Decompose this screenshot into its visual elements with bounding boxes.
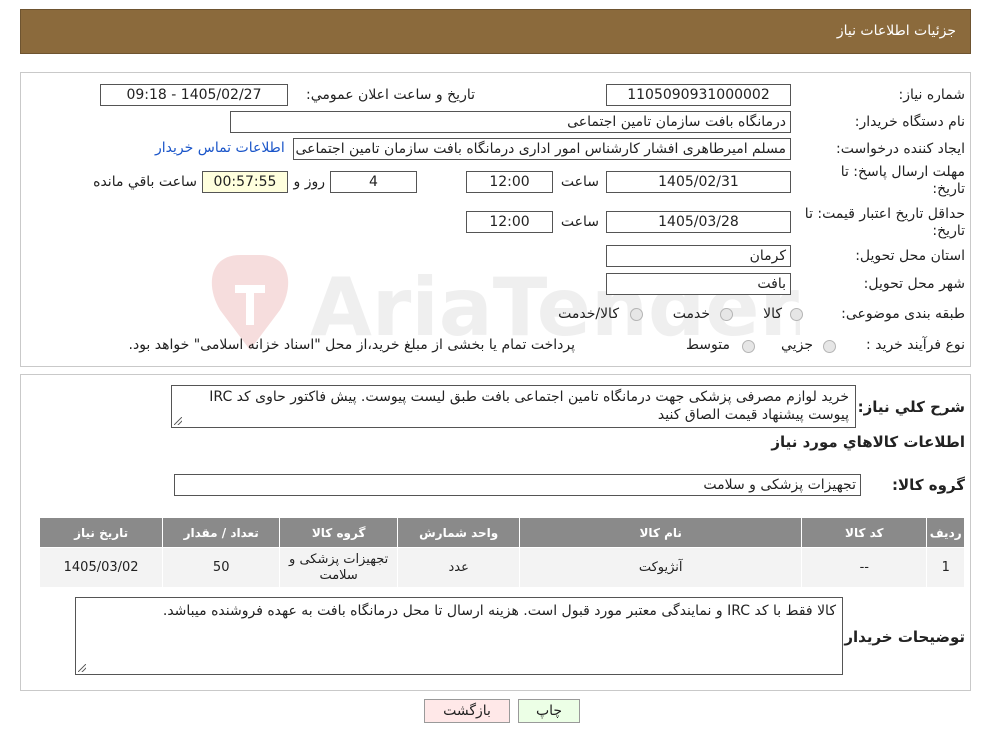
buyer-notes-label: توضیحات خریدار:: [838, 628, 965, 646]
buyer-notes-text: کالا فقط با کد IRC و نمایندگی معتبر مورد…: [162, 603, 836, 619]
creator-field: مسلم امیرطاهری افشار کارشناس امور اداری …: [293, 138, 791, 160]
resize-grip-icon[interactable]: [78, 664, 86, 672]
deadline-label: مهلت ارسال پاسخ: تا تاریخ:: [840, 164, 965, 197]
col-row-number: ردیف: [926, 517, 965, 548]
process-label: نوع فرآیند خرید :: [866, 337, 965, 353]
description-text: خرید لوازم مصرفی پزشکی جهت درمانگاه تامی…: [209, 389, 849, 423]
items-info-heading: اطلاعات کالاهاي مورد نیاز: [771, 433, 965, 451]
col-need-date: تاریخ نیاز: [38, 517, 164, 548]
buyer-contact-link[interactable]: اطلاعات تماس خریدار: [155, 140, 285, 156]
buyer-org-field: درمانگاه بافت سازمان تامین اجتماعی: [230, 111, 791, 133]
cell-item-name: آنژیوکت: [519, 547, 803, 588]
category-goods-radio[interactable]: [790, 308, 803, 321]
deadline-date-field: 1405/02/31: [606, 171, 791, 193]
cell-goods-group: تجهیزات پزشکی و سلامت: [279, 547, 399, 588]
city-label: شهر محل تحویل:: [863, 276, 965, 292]
deadline-time-label: ساعت: [560, 174, 599, 190]
validity-time-label: ساعت: [560, 214, 599, 230]
page-header: جزئیات اطلاعات نیاز: [20, 9, 971, 54]
validity-time-field: 12:00: [466, 211, 553, 233]
validity-label: حداقل تاریخ اعتبار قیمت: تا تاریخ:: [804, 206, 965, 239]
category-goods-service-radio[interactable]: [630, 308, 643, 321]
province-label: استان محل تحویل:: [855, 248, 965, 264]
resize-grip-icon[interactable]: [174, 417, 182, 425]
process-note: پرداخت تمام یا بخشی از مبلغ خرید،از محل …: [128, 337, 575, 353]
description-textarea[interactable]: خرید لوازم مصرفی پزشکی جهت درمانگاه تامی…: [171, 385, 856, 428]
cell-unit: عدد: [397, 547, 521, 588]
category-goods-service-label: کالا/خدمت: [558, 306, 619, 322]
goods-group-label: گروه کالا:: [892, 476, 965, 494]
category-label: طبقه بندی موضوعی:: [841, 306, 965, 322]
print-button[interactable]: چاپ: [518, 699, 580, 723]
table-row: 1 -- آنژیوکت عدد تجهیزات پزشکی و سلامت 5…: [38, 547, 965, 588]
col-item-name: نام کالا: [519, 517, 803, 548]
col-quantity: تعداد / مقدار: [162, 517, 281, 548]
col-unit: واحد شمارش: [397, 517, 521, 548]
items-table: ردیف کد کالا نام کالا واحد شمارش گروه کا…: [38, 517, 965, 588]
category-service-label: خدمت: [672, 306, 710, 322]
announce-label: تاریخ و ساعت اعلان عمومي:: [306, 87, 475, 103]
creator-label: ایجاد کننده درخواست:: [836, 141, 965, 157]
province-field: کرمان: [606, 245, 791, 267]
back-button[interactable]: بازگشت: [424, 699, 510, 723]
page-title: جزئیات اطلاعات نیاز: [836, 23, 956, 39]
deadline-time-field: 12:00: [466, 171, 553, 193]
cell-row-number: 1: [926, 547, 965, 588]
remaining-label: ساعت باقي مانده: [93, 174, 197, 190]
col-item-code: کد کالا: [801, 517, 928, 548]
cell-need-date: 1405/03/02: [38, 547, 164, 588]
cell-quantity: 50: [162, 547, 281, 588]
city-field: بافت: [606, 273, 791, 295]
buyer-org-label: نام دستگاه خریدار:: [854, 114, 965, 130]
process-minor-radio[interactable]: [823, 340, 836, 353]
category-service-radio[interactable]: [720, 308, 733, 321]
process-medium-label: متوسط: [686, 337, 730, 353]
table-header-row: ردیف کد کالا نام کالا واحد شمارش گروه کا…: [38, 517, 965, 548]
remaining-time-field: 00:57:55: [202, 171, 288, 193]
need-number-label: شماره نیاز:: [898, 87, 966, 103]
days-label: روز و: [293, 174, 326, 190]
description-label: شرح کلي نیاز:: [857, 398, 965, 416]
process-minor-label: جزيي: [781, 337, 813, 353]
cell-item-code: --: [801, 547, 928, 588]
need-number-field: 1105090931000002: [606, 84, 791, 106]
category-goods-label: کالا: [763, 306, 782, 322]
process-medium-radio[interactable]: [742, 340, 755, 353]
goods-group-field: تجهیزات پزشکی و سلامت: [174, 474, 861, 496]
announce-datetime-field: 1405/02/27 - 09:18: [100, 84, 288, 106]
col-goods-group: گروه کالا: [279, 517, 399, 548]
buyer-notes-textarea[interactable]: کالا فقط با کد IRC و نمایندگی معتبر مورد…: [75, 597, 843, 675]
validity-date-field: 1405/03/28: [606, 211, 791, 233]
days-field: 4: [330, 171, 417, 193]
